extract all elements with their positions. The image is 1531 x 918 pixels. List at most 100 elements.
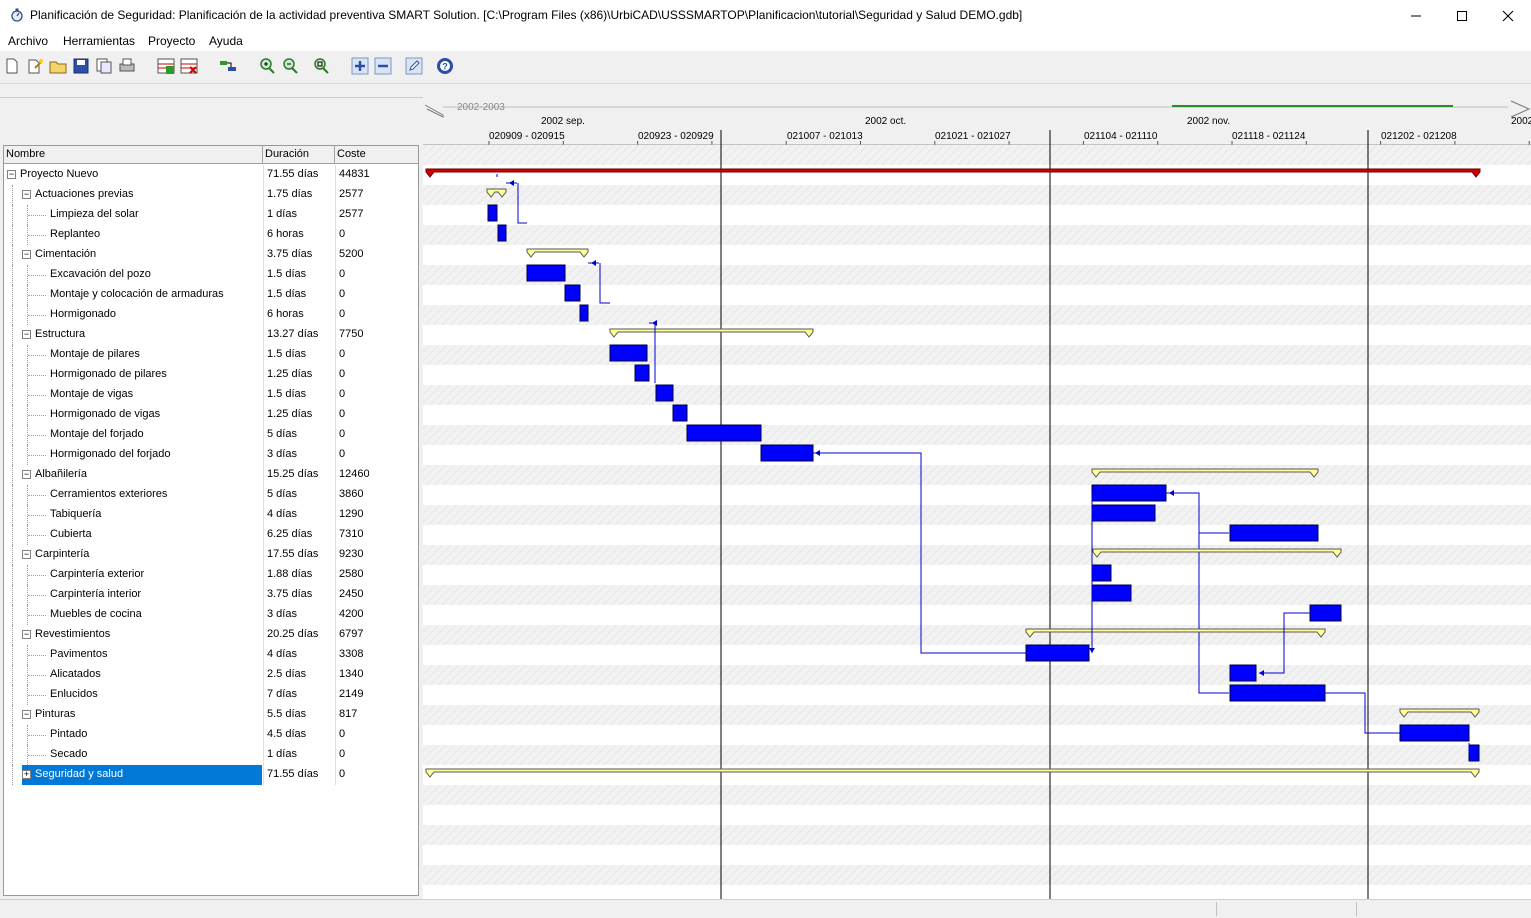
zoom-out-button[interactable] [280, 56, 300, 76]
gantt-chart[interactable]: 2002-2003 2002 sep. 2002 oct. 2002 nov. 2002… [423, 97, 1531, 900]
task-duration: 1.25 días [267, 368, 313, 380]
task-cost: 0 [339, 768, 346, 780]
collapse-toggle[interactable]: − [22, 190, 31, 199]
month-label: 2002 [1511, 116, 1531, 127]
link-button[interactable] [218, 56, 238, 76]
row-band [423, 485, 1531, 505]
column-header-cost[interactable]: Coste [335, 146, 418, 164]
zoom-in-button[interactable] [257, 56, 277, 76]
table-row[interactable]: − Cimentación 3.75 días 5200 [4, 245, 418, 265]
task-duration: 71.55 días [267, 768, 319, 780]
tree-line [12, 685, 13, 705]
window-title: Planificación de Seguridad: Planificació… [30, 8, 1023, 22]
tree-line [12, 345, 13, 365]
collapse-toggle[interactable]: − [22, 250, 31, 259]
column-header-name[interactable]: Nombre [4, 146, 263, 164]
row-band [423, 145, 1531, 165]
task-bar [634, 364, 650, 382]
table-row[interactable]: Montaje de pilares 1.5 días 0 [4, 345, 418, 365]
tree-line [28, 595, 46, 596]
menu-archivo[interactable]: Archivo [8, 34, 48, 48]
minimize-button[interactable] [1393, 0, 1439, 31]
task-duration: 1.5 días [267, 288, 307, 300]
new-button[interactable] [2, 56, 22, 76]
save-button[interactable] [71, 56, 91, 76]
table-row[interactable]: Montaje y colocación de armaduras 1.5 día… [4, 285, 418, 305]
close-button[interactable] [1485, 0, 1531, 31]
table-row[interactable]: − Proyecto Nuevo 71.55 días 44831 [4, 165, 418, 185]
task-table: Nombre Duración Coste − Proyecto Nuevo 71.… [3, 145, 419, 896]
table-row[interactable]: Alicatados 2.5 días 1340 [4, 665, 418, 685]
table-row[interactable]: − Albañilería 15.25 días 12460 [4, 465, 418, 485]
table-row[interactable]: Carpintería interior 3.75 días 2450 [4, 585, 418, 605]
tree-line [12, 205, 13, 225]
open-button[interactable] [48, 56, 68, 76]
row-band [423, 305, 1531, 325]
collapse-toggle[interactable]: − [22, 550, 31, 559]
table-row[interactable]: Montaje del forjado 5 días 0 [4, 425, 418, 445]
table-row[interactable]: Pintado 4.5 días 0 [4, 725, 418, 745]
table-row[interactable]: − Estructura 13.27 días 7750 [4, 325, 418, 345]
task-cost: 0 [339, 288, 346, 300]
collapse-toggle[interactable]: − [22, 330, 31, 339]
table-row[interactable]: − Carpintería 17.55 días 9230 [4, 545, 418, 565]
menu-ayuda[interactable]: Ayuda [209, 34, 243, 48]
tree-line [28, 455, 46, 456]
zoom-fit-button[interactable] [311, 56, 331, 76]
table-row[interactable]: Secado 1 días 0 [4, 745, 418, 765]
task-duration: 7 días [267, 688, 297, 700]
task-cost: 817 [339, 708, 358, 720]
tree-line [12, 325, 13, 345]
collapse-toggle[interactable]: − [22, 630, 31, 639]
task-duration: 1.5 días [267, 268, 307, 280]
collapse-toggle[interactable]: − [22, 470, 31, 479]
table-row[interactable]: Hormigonado 6 horas 0 [4, 305, 418, 325]
table-row[interactable]: Enlucidos 7 días 2149 [4, 685, 418, 705]
help-button[interactable]: ? [435, 56, 455, 76]
new-icon [6, 58, 18, 74]
task-name: Tabiquería [50, 508, 102, 520]
collapse-toggle[interactable]: − [7, 170, 16, 179]
table-row[interactable]: Tabiquería 4 días 1290 [4, 505, 418, 525]
edit-button[interactable] [404, 56, 424, 76]
maximize-button[interactable] [1439, 0, 1485, 31]
table-row[interactable]: Hormigonado del forjado 3 días 0 [4, 445, 418, 465]
delete-task-icon [180, 58, 198, 74]
table-row[interactable]: − Pinturas 5.5 días 817 [4, 705, 418, 725]
task-name: Excavación del pozo [50, 268, 151, 280]
table-row[interactable]: Limpieza del solar 1 días 2577 [4, 205, 418, 225]
print-button[interactable] [117, 56, 137, 76]
table-row[interactable]: − Revestimientos 20.25 días 6797 [4, 625, 418, 645]
table-row[interactable]: Carpintería exterior 1.88 días 2580 [4, 565, 418, 585]
task-duration: 1 días [267, 748, 297, 760]
menu-herramientas[interactable]: Herramientas [63, 34, 135, 48]
table-row[interactable]: Excavación del pozo 1.5 días 0 [4, 265, 418, 285]
task-cost: 0 [339, 748, 346, 760]
delete-task-button[interactable] [179, 56, 199, 76]
table-row[interactable]: Montaje de vigas 1.5 días 0 [4, 385, 418, 405]
tree-line [28, 295, 46, 296]
table-row[interactable]: − Actuaciones previas 1.75 días 2577 [4, 185, 418, 205]
column-header-duration[interactable]: Duración [263, 146, 335, 164]
table-row[interactable]: + Seguridad y salud 71.55 días 0 [4, 765, 418, 785]
row-band [423, 385, 1531, 405]
table-row[interactable]: Pavimentos 4 días 3308 [4, 645, 418, 665]
expand-button[interactable] [350, 56, 370, 76]
task-cost: 7750 [339, 328, 364, 340]
table-row[interactable]: Muebles de cocina 3 días 4200 [4, 605, 418, 625]
collapse-button[interactable] [373, 56, 393, 76]
add-task-button[interactable] [156, 56, 176, 76]
expand-toggle[interactable]: + [22, 770, 31, 779]
tree-line [12, 385, 13, 405]
table-row[interactable]: Hormigonado de pilares 1.25 días 0 [4, 365, 418, 385]
wizard-button[interactable] [25, 56, 45, 76]
print-icon [119, 58, 135, 72]
collapse-toggle[interactable]: − [22, 710, 31, 719]
table-row[interactable]: Hormigonado de vigas 1.25 días 0 [4, 405, 418, 425]
table-row[interactable]: Cerramientos exteriores 5 días 3860 [4, 485, 418, 505]
task-duration: 5 días [267, 488, 297, 500]
table-row[interactable]: Replanteo 6 horas 0 [4, 225, 418, 245]
menu-proyecto[interactable]: Proyecto [148, 34, 195, 48]
copy-button[interactable] [94, 56, 114, 76]
table-row[interactable]: Cubierta 6.25 días 7310 [4, 525, 418, 545]
